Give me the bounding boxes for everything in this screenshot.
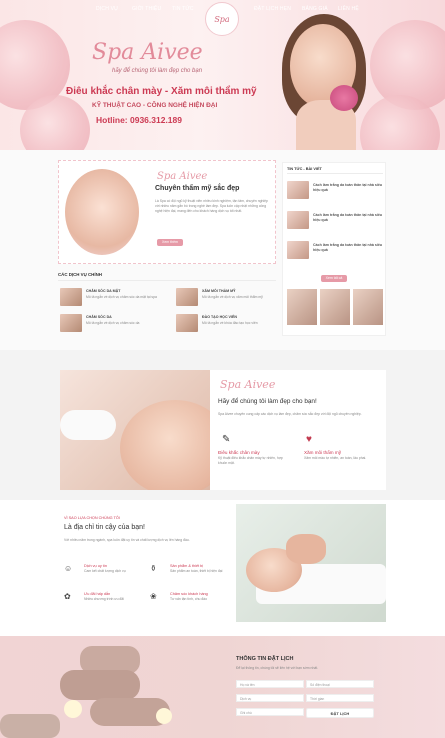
feature-card: Spa Aivee Hãy để chúng tôi làm đẹp cho b… (210, 370, 386, 490)
service-desc: Mô tả ngắn về dịch vụ chăm sóc da (86, 321, 140, 325)
news-sidebar: TIN TỨC - BÀI VIẾT Cách làm trắng da toà… (282, 162, 386, 336)
service-desc: Mô tả ngắn về khóa đào tạo học viên (202, 321, 258, 325)
feature-text: Spa Aivee chuyên cung cấp các dịch vụ là… (218, 412, 362, 416)
feature-script: Spa Aivee (220, 378, 276, 391)
news-title[interactable]: Cách làm trắng da toàn thân tại nhà siêu… (313, 213, 383, 223)
phone-field[interactable]: Số điện thoại (306, 680, 374, 688)
about-more-button[interactable]: Xem thêm (157, 239, 183, 246)
why-item-desc: Nhiều chương trình ưu đãi (84, 597, 124, 601)
news-image[interactable] (287, 181, 309, 199)
hero-brand: Spa Aivee (92, 40, 203, 65)
why-item-desc: Cam kết chất lượng dịch vụ (84, 569, 126, 573)
services-heading: CÁC DỊCH VỤ CHÍNH (58, 272, 102, 277)
why-card: VÌ SAO LỰA CHỌN CHÚNG TÔI Là địa chỉ tin… (58, 504, 238, 622)
client-face (120, 400, 210, 490)
name-field[interactable]: Họ và tên (236, 680, 304, 688)
why-text: Với nhiều năm trong ngành, spa luôn đặt … (64, 538, 190, 542)
time-field[interactable]: Thời gian (306, 694, 374, 702)
why-title: Là địa chỉ tin cậy của bạn! (64, 524, 145, 531)
logo[interactable]: Spa (205, 2, 239, 36)
stones (0, 714, 60, 738)
news-heading: TIN TỨC - BÀI VIẾT (287, 167, 322, 171)
care-icon: ❀ (150, 592, 157, 601)
nav-item-about[interactable]: GIỚI THIỆU (132, 6, 161, 12)
booking-submit-button[interactable]: ĐẶT LỊCH (306, 708, 374, 718)
eyebrow-icon: ✎ (222, 434, 231, 445)
gallery-photo[interactable] (353, 289, 383, 325)
frangipani-flower (156, 708, 172, 724)
news-image[interactable] (287, 241, 309, 259)
why-item-title: Ưu đãi hấp dẫn (84, 592, 111, 596)
booking-heading: THÔNG TIN ĐẶT LỊCH (236, 656, 294, 662)
gift-icon: ✿ (64, 592, 71, 601)
product-icon: ⚱ (150, 564, 157, 573)
service-image[interactable] (60, 314, 82, 332)
feature-item-text: Xăm môi màu tự nhiên, an toàn, lâu phai. (304, 456, 367, 460)
booking-section: THÔNG TIN ĐẶT LỊCH Để lại thông tin, chú… (0, 636, 445, 738)
note-field[interactable]: Ghi chú (236, 708, 304, 716)
news-title[interactable]: Cách làm trắng da toàn thân tại nhà siêu… (313, 183, 383, 193)
news-image[interactable] (287, 211, 309, 229)
about-photo (65, 169, 139, 255)
service-field[interactable]: Dịch vụ (236, 694, 304, 702)
service-desc: Mô tả ngắn về dịch vụ chăm sóc da mặt tạ… (86, 295, 157, 299)
why-item-desc: Tư vấn tận tình, chu đáo (170, 597, 207, 601)
hero-banner: DỊCH VỤ GIỚI THIỆU TIN TỨC ĐẶT LỊCH HẸN … (0, 0, 445, 150)
about-text: Là Spa có đội ngũ kỹ thuật viên nhiều ki… (155, 199, 268, 213)
why-kicker: VÌ SAO LỰA CHỌN CHÚNG TÔI (64, 516, 120, 520)
massage-icon: ☺ (64, 564, 73, 573)
hero-headline: Điêu khắc chân mày - Xăm môi thẩm mỹ (66, 86, 257, 97)
service-title[interactable]: CHĂM SÓC DA (86, 315, 112, 319)
nav-item-pricing[interactable]: BẢNG GIÁ (302, 6, 328, 12)
gallery-photo[interactable] (287, 289, 317, 325)
service-image[interactable] (176, 288, 198, 306)
logo-text: Spa (214, 14, 230, 24)
feature-title: Hãy để chúng tôi làm đẹp cho bạn! (218, 398, 317, 405)
about-title: Chuyên thẩm mỹ sắc đẹp (155, 185, 240, 192)
why-item-title: Chăm sóc khách hàng (170, 592, 208, 596)
hero-hotline[interactable]: Hotline: 0936.312.189 (96, 115, 182, 125)
rolled-towel (60, 670, 140, 700)
orchid-flower (330, 85, 358, 111)
service-title[interactable]: ĐÀO TẠO HỌC VIÊN (202, 315, 237, 319)
feature-item-title: Xăm môi thẩm mỹ (304, 450, 342, 455)
service-title[interactable]: CHĂM SÓC DA MẶT (86, 289, 120, 293)
booking-intro: Để lại thông tin, chúng tôi sẽ liên hệ v… (236, 666, 319, 670)
service-desc: Mô tả ngắn về dịch vụ xăm môi thẩm mỹ (202, 295, 263, 299)
about-card: Spa Aivee Chuyên thẩm mỹ sắc đẹp Là Spa … (58, 160, 276, 264)
eyebrow-photo (60, 370, 210, 490)
nav-item-services[interactable]: DỊCH VỤ (96, 6, 118, 12)
news-all-button[interactable]: Xem tất cả (321, 275, 347, 282)
divider (58, 280, 276, 281)
massage-photo (236, 504, 386, 622)
rose-decoration (20, 95, 90, 150)
hero-tagline: hãy để chúng tôi làm đẹp cho bạn (112, 68, 203, 74)
glove-hand (60, 410, 116, 440)
therapist-hands (286, 534, 326, 564)
feature-item-title: Điêu khắc chân mày (218, 450, 260, 455)
why-item-title: Sản phẩm & thiết bị (170, 564, 204, 568)
service-image[interactable] (176, 314, 198, 332)
lips-icon: ♥ (306, 434, 312, 445)
divider (287, 173, 383, 174)
about-script: Spa Aivee (157, 171, 208, 182)
feature-item-text: Kỹ thuật điêu khắc chân mày tự nhiên, hợ… (218, 456, 283, 465)
gallery-photo[interactable] (320, 289, 350, 325)
nav-item-booking[interactable]: ĐẶT LỊCH HẸN (254, 6, 291, 12)
news-title[interactable]: Cách làm trắng da toàn thân tại nhà siêu… (313, 243, 383, 253)
hero-subline: KỸ THUẬT CAO - CÔNG NGHỆ HIỆN ĐẠI (92, 102, 218, 109)
why-item-title: Dịch vụ uy tín (84, 564, 108, 568)
service-image[interactable] (60, 288, 82, 306)
why-item-desc: Sản phẩm an toàn, thiết bị hiện đại (170, 569, 223, 573)
nav-item-news[interactable]: TIN TỨC (172, 6, 194, 12)
frangipani-flower (64, 700, 82, 718)
nav-item-contact[interactable]: LIÊN HỆ (338, 6, 359, 12)
service-title[interactable]: XĂM MÔI THẨM MỸ (202, 289, 236, 293)
